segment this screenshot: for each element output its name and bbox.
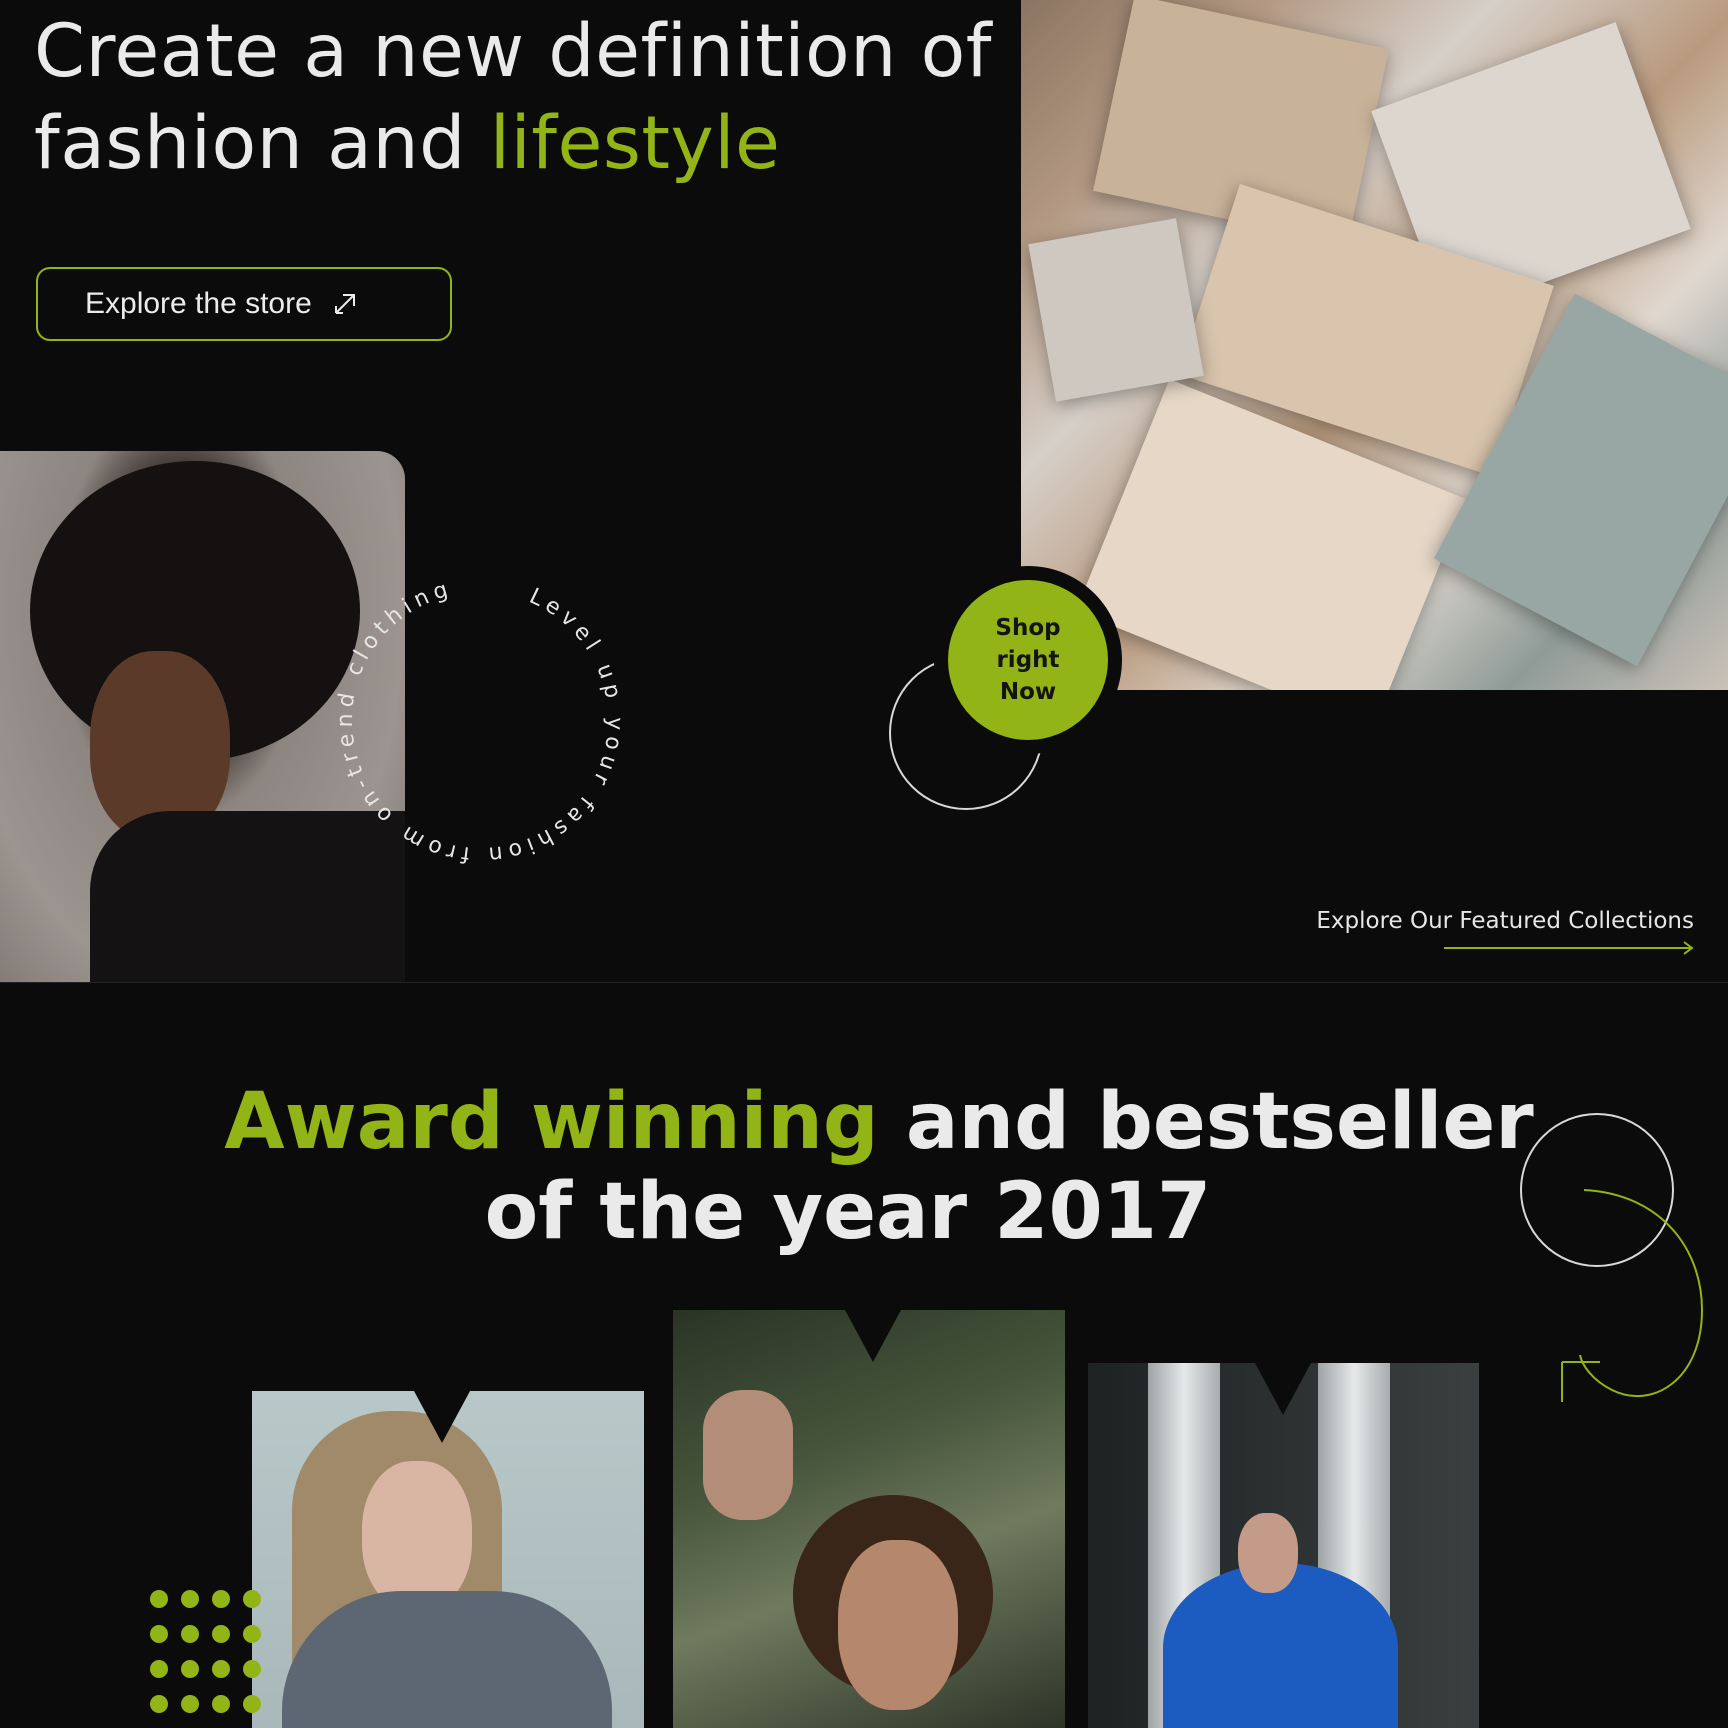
shop-now-line1: Shop — [995, 615, 1061, 641]
hero-title-line1: Create a new definition of — [34, 9, 992, 94]
award-title: Award winning and bestseller of the year… — [0, 1077, 1728, 1257]
shop-now-line2: right — [996, 647, 1060, 673]
curl-arrow-icon — [1561, 1189, 1704, 1402]
hero-title-accent: lifestyle — [489, 101, 781, 186]
svg-text:Level up your fashion from on-: Level up your fashion from on-trend clot… — [330, 570, 630, 870]
photo-curly-man — [673, 1310, 1065, 1728]
photo-collage-polaroids — [1021, 0, 1728, 690]
award-title-line2: of the year 2017 — [484, 1167, 1212, 1257]
award-title-accent: Award winning — [224, 1077, 879, 1167]
circular-slogan-text: Level up your fashion from on-trend clot… — [330, 570, 630, 870]
photo-notch — [845, 1310, 901, 1362]
explore-store-label: Explore the store — [85, 287, 312, 320]
featured-collections-link[interactable]: Explore Our Featured Collections — [1316, 908, 1694, 934]
circular-slogan: Level up your fashion from on-trend clot… — [330, 570, 630, 870]
photo-blue-dress — [1088, 1363, 1479, 1728]
hero-title: Create a new definition of fashion and l… — [34, 6, 992, 190]
award-title-rest: and bestseller — [878, 1077, 1534, 1167]
hero-title-line2: fashion and — [34, 101, 490, 186]
section-divider — [0, 982, 1728, 983]
decor-dot-grid — [150, 1590, 261, 1713]
shop-now-button[interactable]: Shop right Now — [948, 580, 1108, 740]
explore-store-button[interactable]: Explore the store — [36, 267, 452, 341]
arrow-up-right-icon — [334, 294, 355, 314]
shop-now-line3: Now — [999, 679, 1057, 705]
photo-notch — [1255, 1363, 1311, 1415]
arrow-right-icon — [1444, 941, 1694, 955]
photo-notch — [414, 1391, 470, 1443]
